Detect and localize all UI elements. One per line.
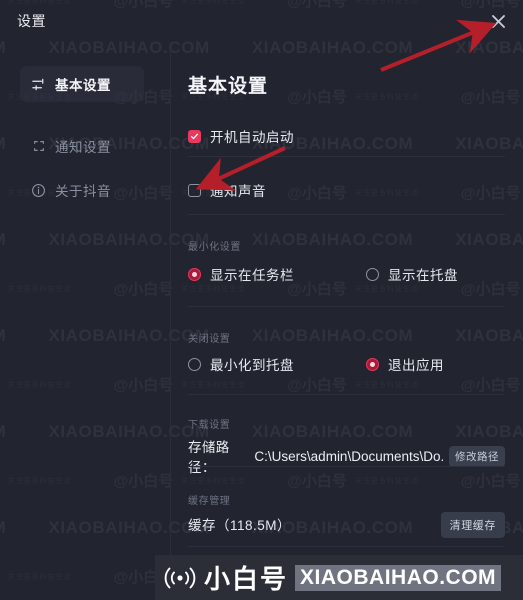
logo-chinese-text: 小白号 [204,565,289,595]
radio-taskbar[interactable] [188,267,201,281]
checkbox-notification-sound[interactable] [188,183,201,197]
radio-group-close: 最小化到托盘 退出应用 [188,354,505,374]
radio-label: 最小化到托盘 [210,358,294,373]
storage-path-label: 存储路径： [188,440,230,475]
sidebar-item-label: 通知设置 [55,140,111,155]
setting-row-autostart[interactable]: 开机自动启动 [188,126,505,146]
radio-option-tray[interactable]: 显示在托盘 [366,264,458,284]
radio-label: 显示在任务栏 [210,268,294,283]
radio-exit-app[interactable] [366,357,379,371]
title-bar: 设置 [0,0,523,42]
cache-size-label: 缓存（118.5M） [188,518,292,533]
checkbox-label: 通知声音 [210,184,266,199]
radio-option-minimize-to-tray[interactable]: 最小化到托盘 [188,354,366,374]
radio-label: 退出应用 [388,358,444,373]
close-icon[interactable] [485,8,511,34]
clear-cache-button[interactable]: 清理缓存 [440,512,505,538]
sidebar-item-label: 关于抖音 [55,184,111,199]
download-path-row: 存储路径： C:\Users\admin\Documents\Do... 修改路… [188,436,505,476]
bell-bracket-icon [31,139,46,154]
sidebar-item-notification-settings[interactable]: 通知设置 [20,128,144,164]
radio-option-exit-app[interactable]: 退出应用 [366,354,444,374]
radio-option-taskbar[interactable]: 显示在任务栏 [188,264,366,284]
window-title: 设置 [17,13,46,29]
sidebar: 基本设置 通知设置 关于抖音 [0,42,171,600]
info-circle-icon [31,183,46,198]
divider [188,546,505,547]
group-title-minimize: 最小化设置 [188,242,241,253]
storage-path-value: C:\Users\admin\Documents\Do... [254,448,443,464]
sliders-icon [31,77,46,92]
divider [188,306,505,307]
logo-domain-text: XIAOBAIHAO.COM [295,564,502,591]
divider [188,466,505,467]
radio-minimize-to-tray[interactable] [188,357,201,371]
radio-group-minimize: 显示在任务栏 显示在托盘 [188,264,505,284]
group-title-cache: 缓存管理 [188,496,231,507]
sidebar-item-basic-settings[interactable]: 基本设置 [20,66,144,102]
settings-window: 设置 基本设置 通知设置 关于抖音 基本设置 开机自动启动 通知声音 最小化设置… [0,0,523,600]
page-title: 基本设置 [188,76,269,97]
group-title-download: 下载设置 [188,420,231,431]
broadcast-icon [164,567,196,588]
radio-tray[interactable] [366,267,379,281]
site-logo-bar: 小白号 XIAOBAIHAO.COM [155,555,523,600]
setting-row-notification-sound[interactable]: 通知声音 [188,180,505,200]
checkbox-autostart[interactable] [188,129,201,143]
radio-label: 显示在托盘 [388,268,458,283]
divider [188,394,505,395]
divider [188,156,505,157]
sidebar-item-about[interactable]: 关于抖音 [20,172,144,208]
group-title-close: 关闭设置 [188,334,231,345]
main-panel: 基本设置 开机自动启动 通知声音 最小化设置 显示在任务栏 显示在托盘 关闭设置… [170,42,523,600]
sidebar-item-label: 基本设置 [55,78,111,93]
checkbox-label: 开机自动启动 [210,130,294,145]
divider [188,214,505,215]
change-path-button[interactable]: 修改路径 [449,445,505,467]
